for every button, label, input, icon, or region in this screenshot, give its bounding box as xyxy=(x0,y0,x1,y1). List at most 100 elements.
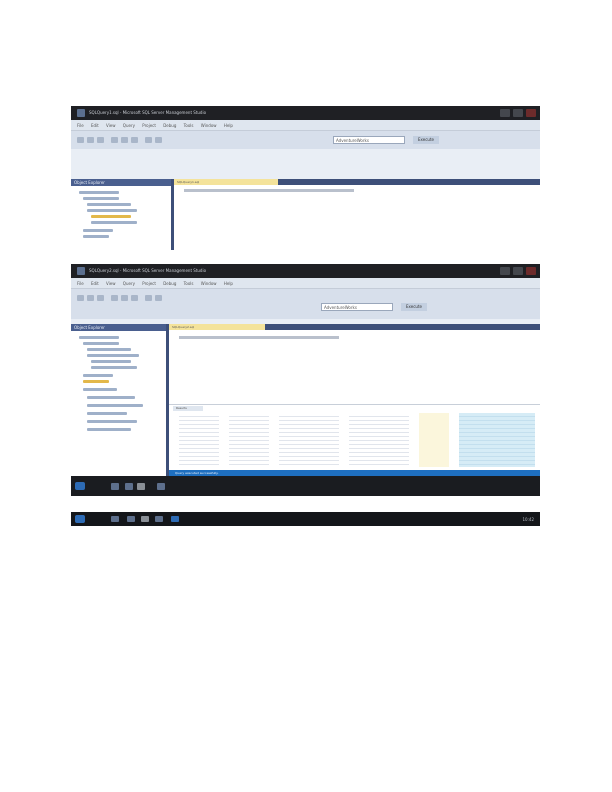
tree-item[interactable] xyxy=(79,336,119,339)
app-icon xyxy=(77,267,85,275)
execute-button[interactable]: Execute xyxy=(413,136,439,144)
minimize-button[interactable] xyxy=(500,109,510,117)
open-file-icon[interactable] xyxy=(87,137,94,143)
tree-item[interactable] xyxy=(83,342,119,345)
tree-item[interactable] xyxy=(87,404,143,407)
menu-bar: File Edit View Query Project Debug Tools… xyxy=(71,278,540,289)
toolbar: AdventureWorks Execute xyxy=(71,289,540,319)
menu-debug[interactable]: Debug xyxy=(163,281,176,286)
menu-help[interactable]: Help xyxy=(224,281,233,286)
menu-tools[interactable]: Tools xyxy=(184,281,194,286)
cut-icon[interactable] xyxy=(111,295,118,301)
tree-item[interactable] xyxy=(83,374,113,377)
tree-item[interactable] xyxy=(91,360,131,363)
tree-item[interactable] xyxy=(83,380,109,383)
code-line xyxy=(184,189,354,192)
close-button[interactable] xyxy=(526,109,536,117)
tree-item[interactable] xyxy=(87,209,137,212)
taskbar-app-icon[interactable] xyxy=(125,483,133,490)
minimize-button[interactable] xyxy=(500,267,510,275)
open-file-icon[interactable] xyxy=(87,295,94,301)
results-pane: Results xyxy=(169,404,540,471)
tree-item[interactable] xyxy=(83,235,109,238)
database-select[interactable]: AdventureWorks xyxy=(333,136,405,144)
window-title: SQLQuery2.sql - Microsoft SQL Server Man… xyxy=(89,268,207,273)
tree-item[interactable] xyxy=(83,197,119,200)
taskbar-app-icon[interactable] xyxy=(171,516,179,522)
object-explorer: Object Explorer xyxy=(71,179,174,250)
tree-item[interactable] xyxy=(87,412,127,415)
start-button[interactable] xyxy=(75,482,85,490)
title-bar: SQLQuery1.sql - Microsoft SQL Server Man… xyxy=(71,106,540,120)
tree-item[interactable] xyxy=(87,354,139,357)
menu-window[interactable]: Window xyxy=(201,281,217,286)
menu-view[interactable]: View xyxy=(106,123,116,128)
menu-view[interactable]: View xyxy=(106,281,116,286)
paste-icon[interactable] xyxy=(131,295,138,301)
taskbar-app-icon[interactable] xyxy=(155,516,163,522)
cut-icon[interactable] xyxy=(111,137,118,143)
menu-query[interactable]: Query xyxy=(123,281,135,286)
redo-icon[interactable] xyxy=(155,295,162,301)
save-icon[interactable] xyxy=(97,295,104,301)
maximize-button[interactable] xyxy=(513,267,523,275)
title-bar: SQLQuery2.sql - Microsoft SQL Server Man… xyxy=(71,264,540,278)
results-column xyxy=(419,413,449,467)
tree-item[interactable] xyxy=(83,229,113,232)
database-select[interactable]: AdventureWorks xyxy=(321,303,393,311)
tree-item[interactable] xyxy=(87,428,131,431)
menu-edit[interactable]: Edit xyxy=(91,123,99,128)
tree-item[interactable] xyxy=(91,215,131,218)
object-explorer: Object Explorer xyxy=(71,324,169,476)
execute-button[interactable]: Execute xyxy=(401,303,427,311)
tree-item[interactable] xyxy=(91,366,137,369)
tree-item[interactable] xyxy=(87,203,131,206)
undo-icon[interactable] xyxy=(145,295,152,301)
object-explorer-title: Object Explorer xyxy=(71,179,171,186)
tree-item[interactable] xyxy=(91,221,137,224)
close-button[interactable] xyxy=(526,267,536,275)
taskbar-app-icon[interactable] xyxy=(141,516,149,522)
toolbar: AdventureWorks Execute xyxy=(71,131,540,149)
query-editor[interactable] xyxy=(169,330,540,404)
results-tab[interactable]: Results xyxy=(173,406,203,411)
taskbar-app-icon[interactable] xyxy=(111,516,119,522)
redo-icon[interactable] xyxy=(155,137,162,143)
window-taskbar-strip xyxy=(71,476,540,496)
new-query-icon[interactable] xyxy=(77,295,84,301)
start-button[interactable] xyxy=(75,515,85,523)
menu-help[interactable]: Help xyxy=(224,123,233,128)
menu-window[interactable]: Window xyxy=(201,123,217,128)
paste-icon[interactable] xyxy=(131,137,138,143)
taskbar-app-icon[interactable] xyxy=(137,483,145,490)
copy-icon[interactable] xyxy=(121,137,128,143)
menu-tools[interactable]: Tools xyxy=(184,123,194,128)
menu-file[interactable]: File xyxy=(77,281,84,286)
tree-item[interactable] xyxy=(87,420,137,423)
results-column xyxy=(279,413,339,467)
ssms-window-top: SQLQuery1.sql - Microsoft SQL Server Man… xyxy=(71,106,540,250)
taskbar-app-icon[interactable] xyxy=(111,483,119,490)
query-editor[interactable] xyxy=(174,185,540,250)
taskbar-clock: 10:42 xyxy=(522,517,534,522)
results-column xyxy=(179,413,219,467)
tree-item[interactable] xyxy=(87,348,131,351)
menu-edit[interactable]: Edit xyxy=(91,281,99,286)
undo-icon[interactable] xyxy=(145,137,152,143)
save-icon[interactable] xyxy=(97,137,104,143)
status-text: Query executed successfully. xyxy=(175,471,219,475)
tree-item[interactable] xyxy=(83,388,117,391)
menu-query[interactable]: Query xyxy=(123,123,135,128)
maximize-button[interactable] xyxy=(513,109,523,117)
tree-item[interactable] xyxy=(87,396,135,399)
menu-debug[interactable]: Debug xyxy=(163,123,176,128)
menu-bar: File Edit View Query Project Debug Tools… xyxy=(71,120,540,131)
new-query-icon[interactable] xyxy=(77,137,84,143)
menu-project[interactable]: Project xyxy=(142,281,156,286)
copy-icon[interactable] xyxy=(121,295,128,301)
menu-file[interactable]: File xyxy=(77,123,84,128)
menu-project[interactable]: Project xyxy=(142,123,156,128)
tree-item[interactable] xyxy=(79,191,119,194)
taskbar-app-icon[interactable] xyxy=(127,516,135,522)
taskbar-app-icon[interactable] xyxy=(157,483,165,490)
